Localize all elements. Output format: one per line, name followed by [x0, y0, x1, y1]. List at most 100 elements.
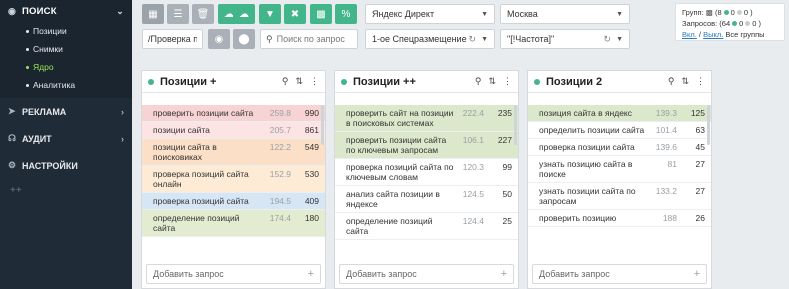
engine-select[interactable]: Яндекс Директ ▼: [365, 4, 495, 24]
sort-icon[interactable]: ⇅: [295, 76, 303, 87]
sidebar-section-settings[interactable]: ⚙ НАСТРОЙКИ: [0, 152, 132, 179]
query-row[interactable]: проверить позицию 188 26: [528, 210, 711, 227]
sidebar-item-core[interactable]: Ядро: [0, 58, 132, 76]
sidebar-section-ads[interactable]: ➤ РЕКЛАМА ›: [0, 98, 132, 125]
merge-button[interactable]: ✖: [284, 4, 306, 24]
add-query-input[interactable]: Добавить запрос +: [339, 264, 514, 284]
query-count: 25: [502, 216, 512, 226]
keyword-group-panel: Позиции ++ ⚲ ⇅ ⋮ проверить сайт на позиции в…: [334, 70, 519, 289]
stats-queries-label: Запросов:: [682, 19, 718, 28]
add-query-input[interactable]: Добавить запрос +: [532, 264, 707, 284]
chart-button[interactable]: ▩: [310, 4, 332, 24]
query-text: проверка позиций сайта по ключевым слова…: [346, 162, 454, 182]
more-menu-icon[interactable]: ⋮: [310, 76, 319, 87]
caret-down-icon: ▼: [481, 35, 488, 43]
disable-all-link[interactable]: Выкл.: [703, 29, 723, 40]
query-frequency: 139.6: [655, 142, 677, 152]
panel-title[interactable]: Позиции +: [160, 76, 275, 88]
bullet-icon: [26, 47, 29, 51]
chevron-right-icon: ›: [121, 106, 124, 117]
list-view-button[interactable]: ☰: [167, 4, 189, 24]
search-input[interactable]: ⚲ Поиск по запрос: [260, 29, 358, 49]
sort-icon[interactable]: ⇅: [488, 76, 496, 87]
query-row[interactable]: узнать позицию сайта в поиске 81 27: [528, 156, 711, 183]
sidebar-section-search: ◉ ПОИСК ⌄ Позиции Снимки Ядро Аналитика: [0, 0, 132, 98]
delete-button[interactable]: 🗑: [192, 4, 214, 24]
query-row[interactable]: проверка позиции сайта 139.6 45: [528, 139, 711, 156]
sort-icon[interactable]: ⇅: [681, 76, 689, 87]
add-query-input[interactable]: Добавить запрос +: [146, 264, 321, 284]
status-dot-icon: [534, 78, 540, 85]
sidebar-item-analytics[interactable]: Аналитика: [0, 76, 132, 94]
query-text: проверить позицию: [539, 213, 617, 223]
sidebar-item-label: Позиции: [33, 26, 67, 36]
panel-query-list: проверить позиции сайта 259.8 990 позиции с…: [142, 105, 325, 260]
query-text: проверка позиции сайта: [539, 142, 635, 152]
query-row[interactable]: проверка позиций сайта 194.5 409: [142, 193, 325, 210]
query-row[interactable]: проверить сайт на позиции в поисковых си…: [335, 105, 518, 132]
caret-down-icon: ▼: [481, 10, 488, 18]
query-row[interactable]: позиции сайта 205.7 861: [142, 122, 325, 139]
query-row[interactable]: проверить позиции сайта 259.8 990: [142, 105, 325, 122]
cloud-download-button[interactable]: ☁: [233, 4, 255, 24]
chevron-down-icon: ⌄: [116, 5, 124, 16]
query-frequency: 133.2: [655, 186, 677, 196]
scrollbar[interactable]: [707, 105, 710, 145]
query-count: 125: [690, 108, 705, 118]
search-icon[interactable]: ⚲: [475, 76, 482, 87]
panel-header: Позиции 2 ⚲ ⇅ ⋮: [528, 71, 711, 93]
query-row[interactable]: позиции сайта в поисковиках 122.2 549: [142, 139, 325, 166]
search-icon[interactable]: ⚲: [668, 76, 675, 87]
stats-groups-gray: 0 ): [743, 8, 753, 17]
project-input[interactable]: /Проверка по: [142, 29, 203, 49]
query-row[interactable]: определение позиций сайта 174.4 180: [142, 210, 325, 237]
query-count: 530: [304, 169, 319, 179]
query-row[interactable]: проверка позиций сайта по ключевым слова…: [335, 159, 518, 186]
visibility-button[interactable]: ◉: [208, 29, 230, 49]
bullet-icon: [26, 29, 29, 33]
sidebar-item-snapshots[interactable]: Снимки: [0, 40, 132, 58]
placement-select[interactable]: 1-ое Спецразмещение ↻ ▼: [365, 29, 495, 49]
grid-view-button[interactable]: ▦: [142, 4, 164, 24]
all-groups-label: Все группы: [725, 30, 765, 39]
query-row[interactable]: проверка позиций сайта онлайн 152.9 530: [142, 166, 325, 193]
refresh-icon: ↻: [603, 33, 612, 44]
query-row[interactable]: позиция сайта в яндекс 139.3 125: [528, 105, 711, 122]
query-text: позиции сайта в поисковиках: [153, 142, 217, 162]
percent-button[interactable]: %: [335, 4, 357, 24]
more-menu-icon[interactable]: ⋮: [696, 76, 705, 87]
more-menu-icon[interactable]: ⋮: [503, 76, 512, 87]
sidebar-more-link[interactable]: ++: [0, 179, 132, 202]
query-row[interactable]: анализ сайта позиции в яндексе 124.5 50: [335, 186, 518, 213]
keyword-group-panel: Позиции 2 ⚲ ⇅ ⋮ позиция сайта в яндекс 139.3 1…: [527, 70, 712, 289]
plus-icon[interactable]: +: [694, 268, 700, 280]
search-icon[interactable]: ⚲: [282, 76, 289, 87]
filter-button[interactable]: ▼: [259, 4, 281, 24]
query-count: 549: [304, 142, 319, 152]
enable-all-link[interactable]: Вкл.: [682, 29, 697, 40]
plus-icon[interactable]: +: [501, 268, 507, 280]
stats-toggle-row: Вкл. / Выкл. Все группы: [682, 29, 778, 40]
sidebar-section-search-header[interactable]: ◉ ПОИСК ⌄: [0, 0, 132, 22]
plus-icon[interactable]: +: [308, 268, 314, 280]
scrollbar[interactable]: [514, 105, 517, 145]
headset-icon: ☊: [8, 133, 16, 143]
percent-icon: %: [341, 8, 351, 20]
sidebar-section-audit[interactable]: ☊ АУДИТ ›: [0, 125, 132, 152]
query-frequency: 139.3: [655, 108, 677, 118]
query-row[interactable]: определение позиций сайта 124.4 25: [335, 213, 518, 240]
green-dot-icon: [732, 21, 738, 26]
sidebar-item-positions[interactable]: Позиции: [0, 22, 132, 40]
region-select[interactable]: Москва ▼: [500, 4, 630, 24]
search-placeholder: Поиск по запрос: [276, 34, 345, 44]
panel-title[interactable]: Позиции ++: [353, 76, 468, 88]
query-row[interactable]: узнать позиции сайта по запросам 133.2 27: [528, 183, 711, 210]
panel-title[interactable]: Позиции 2: [546, 76, 661, 88]
compass-icon: ➤: [8, 106, 16, 116]
query-row[interactable]: определить позиции сайта 101.4 63: [528, 122, 711, 139]
query-count: 409: [304, 196, 319, 206]
query-row[interactable]: проверить позиции сайта по ключевым запр…: [335, 132, 518, 159]
toggle-button[interactable]: ⬤: [233, 29, 255, 49]
scrollbar[interactable]: [321, 105, 324, 145]
frequency-select[interactable]: "[!Частота]" ↻ ▼: [500, 29, 630, 49]
